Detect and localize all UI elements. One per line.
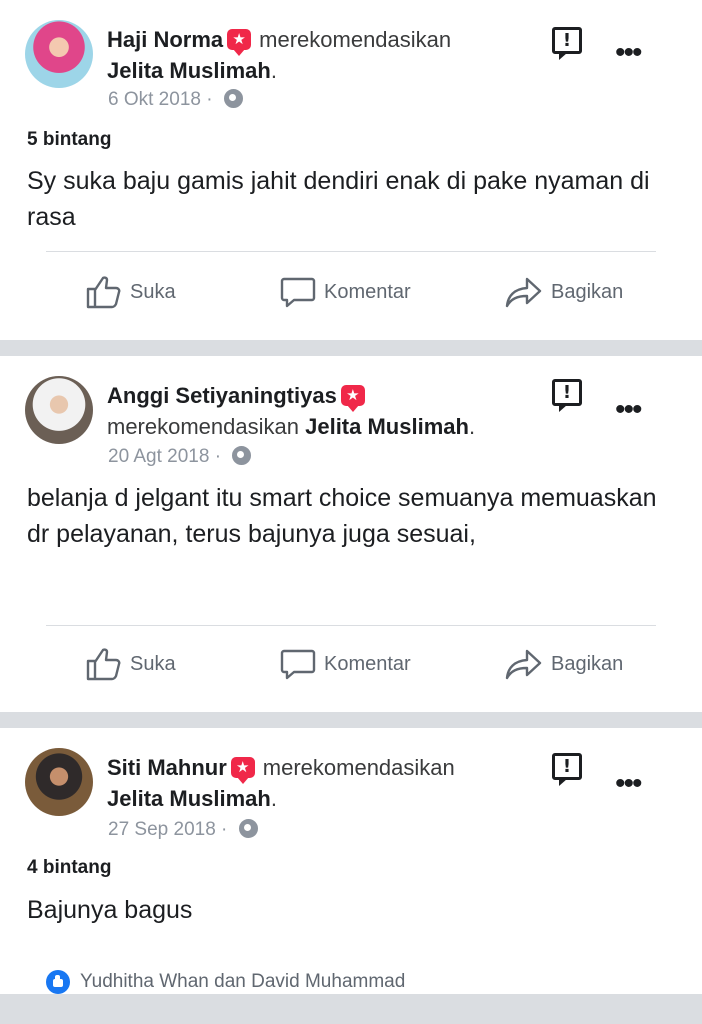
post-header: Anggi Setiyaningtiyas merekomendasikan J… bbox=[107, 380, 527, 442]
share-button[interactable]: Bagikan bbox=[505, 644, 623, 684]
comment-label: Komentar bbox=[324, 652, 411, 675]
more-options-icon[interactable]: ••• bbox=[615, 38, 642, 68]
post-date[interactable]: 20 Agt 2018 bbox=[108, 446, 209, 467]
comment-button[interactable]: Komentar bbox=[280, 644, 411, 684]
avatar[interactable] bbox=[25, 20, 93, 88]
post-date[interactable]: 27 Sep 2018 bbox=[108, 819, 216, 840]
post-meta: 6 Okt 2018 · bbox=[108, 89, 243, 111]
like-label: Suka bbox=[130, 280, 176, 303]
post-meta: 20 Agt 2018 · bbox=[108, 446, 252, 468]
divider bbox=[46, 251, 656, 252]
post-text: Sy suka baju gamis jahit dendiri enak di… bbox=[27, 167, 650, 231]
report-icon[interactable]: ! bbox=[552, 379, 582, 412]
review-post: Haji Norma merekomendasikan Jelita Muslim… bbox=[0, 0, 702, 340]
like-reaction-icon bbox=[46, 970, 70, 994]
post-date[interactable]: 6 Okt 2018 bbox=[108, 89, 201, 110]
report-icon[interactable]: ! bbox=[552, 27, 582, 60]
report-icon[interactable]: ! bbox=[552, 753, 582, 786]
reaction-names: Yudhitha Whan dan David Muhammad bbox=[80, 971, 406, 992]
post-text: belanja d jelgant itu smart choice semua… bbox=[27, 484, 657, 548]
post-text: Bajunya bagus bbox=[27, 896, 193, 924]
more-options-icon[interactable]: ••• bbox=[615, 395, 642, 425]
period: . bbox=[468, 414, 476, 439]
recommends-text: merekomendasikan bbox=[262, 755, 455, 780]
avatar[interactable] bbox=[25, 748, 93, 816]
meta-dot: · bbox=[206, 89, 213, 110]
review-post: Siti Mahnur merekomendasikan Jelita Musli… bbox=[0, 728, 702, 994]
globe-icon bbox=[232, 446, 252, 465]
recommendation-star-icon bbox=[340, 385, 365, 412]
review-post: Anggi Setiyaningtiyas merekomendasikan J… bbox=[0, 356, 702, 712]
reaction-summary[interactable]: Yudhitha Whan dan David Muhammad bbox=[46, 970, 405, 994]
author-name[interactable]: Anggi Setiyaningtiyas bbox=[107, 383, 337, 408]
share-arrow-icon bbox=[505, 649, 542, 680]
like-button[interactable]: Suka bbox=[86, 272, 176, 312]
comment-button[interactable]: Komentar bbox=[280, 272, 411, 312]
globe-icon bbox=[223, 89, 243, 108]
share-arrow-icon bbox=[505, 277, 542, 308]
page-name[interactable]: Jelita Muslimah bbox=[107, 58, 271, 83]
comment-bubble-icon bbox=[280, 277, 316, 308]
page-name[interactable]: Jelita Muslimah bbox=[107, 786, 271, 811]
author-name[interactable]: Siti Mahnur bbox=[107, 755, 227, 780]
post-header: Siti Mahnur merekomendasikan Jelita Musli… bbox=[107, 752, 527, 814]
thumbs-up-icon bbox=[86, 648, 121, 681]
share-button[interactable]: Bagikan bbox=[505, 272, 623, 312]
thumbs-up-icon bbox=[86, 276, 121, 309]
comment-bubble-icon bbox=[280, 649, 316, 680]
avatar[interactable] bbox=[25, 376, 93, 444]
recommends-text: merekomendasikan bbox=[259, 27, 452, 52]
recommendation-star-icon bbox=[227, 29, 252, 56]
post-header: Haji Norma merekomendasikan Jelita Muslim… bbox=[107, 24, 527, 86]
meta-dot: · bbox=[221, 819, 228, 840]
divider bbox=[46, 625, 656, 626]
rating-label: 4 bintang bbox=[27, 857, 112, 878]
rating-label: 5 bintang bbox=[27, 129, 112, 150]
comment-label: Komentar bbox=[324, 280, 411, 303]
page-name[interactable]: Jelita Muslimah bbox=[305, 414, 469, 439]
post-meta: 27 Sep 2018 · bbox=[108, 819, 258, 841]
more-options-icon[interactable]: ••• bbox=[615, 769, 642, 799]
recommends-text: merekomendasikan bbox=[107, 414, 299, 439]
period: . bbox=[270, 58, 277, 83]
period: . bbox=[270, 786, 277, 811]
globe-icon bbox=[238, 819, 258, 838]
meta-dot: · bbox=[214, 446, 222, 467]
action-bar: Suka Komentar Bagikan bbox=[0, 272, 702, 312]
like-label: Suka bbox=[130, 652, 176, 675]
recommendation-star-icon bbox=[230, 757, 255, 784]
share-label: Bagikan bbox=[551, 652, 624, 675]
author-name[interactable]: Haji Norma bbox=[107, 27, 223, 52]
like-button[interactable]: Suka bbox=[86, 644, 176, 684]
share-label: Bagikan bbox=[551, 280, 624, 303]
action-bar: Suka Komentar Bagikan bbox=[0, 644, 702, 684]
